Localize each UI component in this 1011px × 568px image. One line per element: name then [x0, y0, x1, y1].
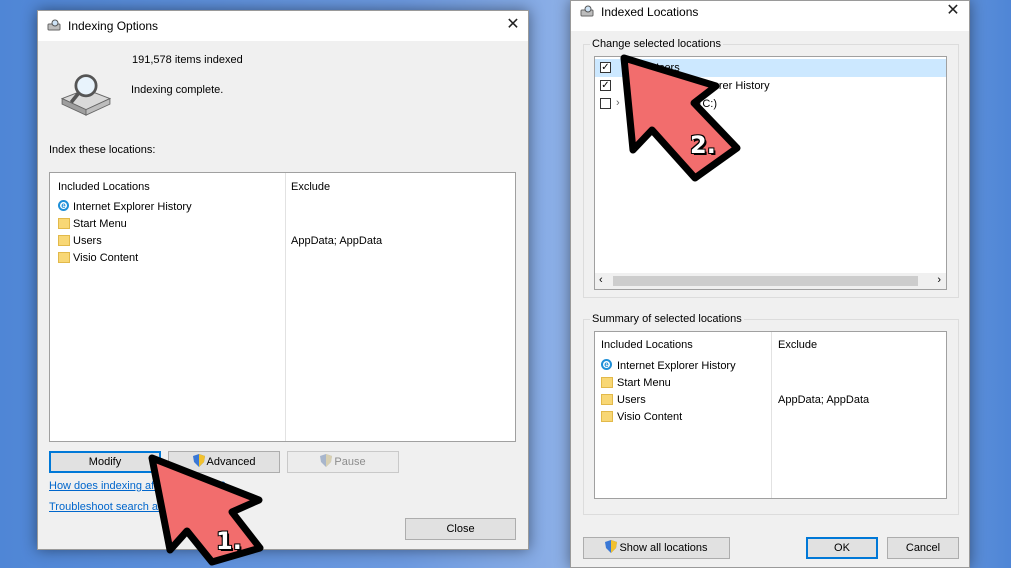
- included-locations-table[interactable]: Included Locations Exclude e Internet Ex…: [49, 172, 516, 442]
- scroll-right-icon[interactable]: ›: [937, 274, 941, 286]
- folder-icon: [58, 252, 70, 263]
- tree-item-label: Internet Explorer History: [651, 80, 770, 92]
- show-all-locations-button[interactable]: Show all locations: [583, 537, 730, 559]
- troubleshoot-link[interactable]: Troubleshoot search and indexing: [49, 501, 214, 513]
- folder-icon: [635, 63, 647, 74]
- indexing-options-window: Indexing Options ✕ 191,578 items indexed…: [37, 10, 529, 550]
- row-name: Visio Content: [617, 411, 683, 423]
- folder-icon: [601, 394, 613, 405]
- row-name: Visio Content: [73, 252, 139, 264]
- pause-button: Pause: [287, 451, 399, 473]
- cancel-button[interactable]: Cancel: [887, 537, 959, 559]
- shield-icon: [605, 540, 618, 553]
- folder-icon: [601, 377, 613, 388]
- chevron-right-icon[interactable]: ›: [616, 97, 620, 109]
- tree-item[interactable]: ✓ Users: [595, 59, 946, 77]
- tree-item-label: Users: [651, 62, 680, 74]
- summary-table[interactable]: Included Locations Exclude e Internet Ex…: [594, 331, 947, 499]
- shield-icon: [192, 454, 205, 467]
- folder-icon: [601, 411, 613, 422]
- internet-explorer-icon: e: [601, 359, 612, 370]
- advanced-button[interactable]: Advanced: [168, 451, 280, 473]
- drive-icon: [633, 100, 647, 108]
- horizontal-scrollbar[interactable]: ‹ ›: [595, 273, 946, 289]
- show-all-label: Show all locations: [619, 542, 708, 554]
- window-title: Indexed Locations: [601, 5, 699, 19]
- column-header-exclude[interactable]: Exclude: [291, 181, 330, 193]
- tree-item[interactable]: ✓ e Internet Explorer History: [595, 77, 946, 95]
- annotation-step-2: 2.: [690, 131, 716, 159]
- internet-explorer-icon: e: [635, 81, 646, 92]
- indexing-status: Indexing complete.: [131, 84, 224, 96]
- indexing-icon: [47, 19, 61, 31]
- indexing-icon: [580, 5, 594, 17]
- advanced-label: Advanced: [206, 456, 256, 468]
- column-divider: [771, 332, 772, 498]
- title-bar: Indexing Options ✕: [38, 11, 528, 41]
- folder-icon: [58, 218, 70, 229]
- close-icon[interactable]: ✕: [501, 15, 525, 35]
- checkbox[interactable]: ✓: [600, 62, 611, 73]
- row-name: Start Menu: [617, 377, 671, 389]
- column-header-exclude[interactable]: Exclude: [778, 339, 817, 351]
- row-exclude: AppData; AppData: [778, 394, 870, 406]
- row-name: Users: [617, 394, 646, 406]
- index-locations-label: Index these locations:: [49, 144, 156, 156]
- checkbox[interactable]: [600, 98, 611, 109]
- scroll-left-icon[interactable]: ‹: [599, 274, 603, 286]
- indexing-help-link[interactable]: How does indexing affect searches?: [49, 480, 226, 492]
- column-divider: [285, 173, 286, 441]
- row-name: Users: [73, 235, 102, 247]
- window-title: Indexing Options: [68, 19, 159, 33]
- close-icon[interactable]: ✕: [941, 1, 965, 21]
- row-exclude: AppData; AppData: [291, 235, 383, 247]
- indexed-locations-window: Indexed Locations ✕ Change selected loca…: [570, 0, 970, 568]
- shield-icon: [320, 454, 333, 467]
- close-button[interactable]: Close: [405, 518, 516, 540]
- pause-label: Pause: [334, 456, 366, 468]
- column-header-included[interactable]: Included Locations: [601, 339, 693, 351]
- change-locations-label: Change selected locations: [590, 38, 724, 50]
- annotation-step-1: 1.: [216, 527, 242, 555]
- scroll-thumb[interactable]: [613, 276, 918, 286]
- internet-explorer-icon: e: [58, 200, 69, 211]
- row-name: Internet Explorer History: [73, 201, 192, 213]
- location-tree[interactable]: ✓ Users ✓ e Internet Explorer History › …: [594, 56, 947, 290]
- tree-item-label: Windows (C:): [651, 98, 718, 110]
- summary-label: Summary of selected locations: [590, 313, 744, 325]
- title-bar: Indexed Locations ✕: [571, 1, 969, 31]
- checkbox[interactable]: ✓: [600, 80, 611, 91]
- folder-icon: [58, 235, 70, 246]
- ok-button[interactable]: OK: [806, 537, 878, 559]
- items-indexed-count: 191,578 items indexed: [132, 54, 243, 66]
- modify-button[interactable]: Modify: [49, 451, 161, 473]
- tree-item[interactable]: › Windows (C:): [595, 95, 946, 113]
- column-header-included[interactable]: Included Locations: [58, 181, 150, 193]
- row-name: Internet Explorer History: [617, 360, 736, 372]
- indexing-status-icon: [60, 74, 112, 116]
- row-name: Start Menu: [73, 218, 127, 230]
